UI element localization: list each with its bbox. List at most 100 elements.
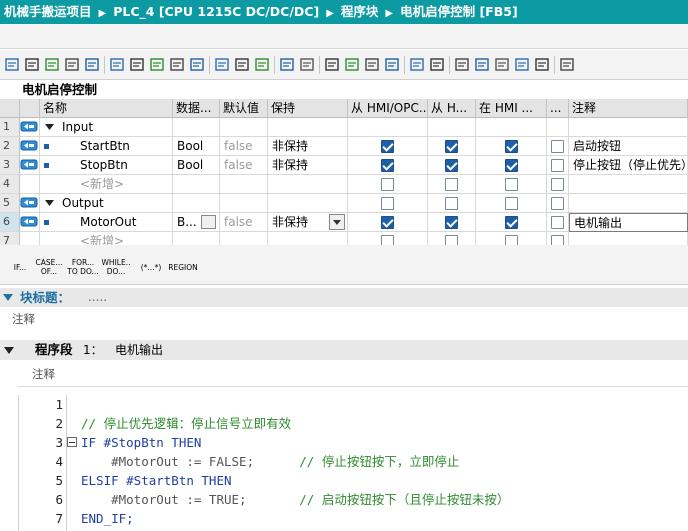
block-title-value[interactable]: ..... — [88, 288, 107, 307]
retain-value[interactable]: 非保持 — [272, 158, 308, 172]
interface-row[interactable]: 1 Input — [0, 118, 688, 137]
table-view-icon[interactable] — [148, 54, 168, 75]
row-number[interactable]: 1 — [0, 118, 20, 137]
retain-value[interactable]: 非保持 — [272, 139, 308, 153]
col-hmi-write[interactable]: 从 H... — [428, 99, 476, 118]
absolute-address-icon[interactable] — [188, 54, 208, 75]
setp-checkbox[interactable] — [551, 235, 564, 245]
setp-checkbox[interactable] — [551, 178, 564, 191]
col-retain[interactable]: 保持 — [268, 99, 348, 118]
hmi1-checkbox[interactable] — [381, 216, 394, 229]
interface-row[interactable]: 4 <新增> — [0, 175, 688, 194]
outline-icon[interactable] — [278, 54, 298, 75]
col-datatype[interactable]: 数据... — [173, 99, 220, 118]
expand-triangle-icon[interactable] — [45, 200, 54, 207]
monitor-all-icon[interactable] — [233, 54, 253, 75]
block-comment[interactable]: 注释 — [12, 311, 35, 327]
variable-name[interactable]: StopBtn — [80, 156, 128, 174]
go-offline-icon[interactable] — [343, 54, 363, 75]
hmi2-checkbox[interactable] — [445, 216, 458, 229]
col-default[interactable]: 默认值 — [220, 99, 268, 118]
download-icon[interactable] — [408, 54, 428, 75]
hmi3-checkbox[interactable] — [504, 216, 518, 229]
hmi3-checkbox[interactable] — [504, 140, 518, 153]
row-number[interactable]: 6 — [0, 213, 20, 232]
breakpoint-icon[interactable] — [513, 54, 533, 75]
hmi3-checkbox[interactable] — [504, 235, 518, 245]
interface-row[interactable]: 3 StopBtn Bool false 非保持 停止按钮（停止优先） — [0, 156, 688, 175]
scl-button-2[interactable]: CASE... OF... — [33, 258, 65, 282]
col-comment[interactable]: 注释 — [569, 99, 688, 118]
fold-toggle-icon[interactable] — [67, 437, 77, 447]
network-title[interactable]: 电机输出 — [115, 340, 163, 360]
insert-row-icon[interactable] — [3, 54, 23, 75]
interface-row[interactable]: 7 <新增> — [0, 232, 688, 245]
setp-checkbox[interactable] — [551, 216, 564, 229]
hmi3-checkbox[interactable] — [504, 159, 518, 172]
compare-icon[interactable] — [363, 54, 383, 75]
collapse-triangle-icon[interactable] — [3, 293, 13, 302]
verify-icon[interactable] — [428, 54, 448, 75]
default-value[interactable]: false — [224, 215, 253, 229]
scl-button-4[interactable]: WHILE.. DO... — [100, 258, 132, 282]
row-number[interactable]: 3 — [0, 156, 20, 175]
hmi1-checkbox[interactable] — [381, 140, 394, 153]
favorites-icon[interactable] — [298, 54, 318, 75]
breadcrumb-item-plc[interactable]: PLC_4 [CPU 1215C DC/DC/DC] — [113, 4, 319, 19]
scl-button-6[interactable]: REGION — [167, 263, 199, 287]
comment-toggle-icon[interactable] — [168, 54, 188, 75]
type-value[interactable]: B... — [177, 215, 197, 229]
variable-name[interactable]: StartBtn — [80, 137, 130, 155]
type-value[interactable]: Bool — [177, 158, 203, 172]
breadcrumb-item-project[interactable]: 机械手搬运项目 — [4, 4, 92, 19]
monitor-icon[interactable] — [213, 54, 233, 75]
hmi2-checkbox[interactable] — [445, 197, 458, 210]
code-line[interactable]: 5 ELSIF #StartBtn THEN — [19, 471, 688, 490]
setp-checkbox[interactable] — [551, 159, 564, 172]
comment-value[interactable]: 电机输出 — [574, 216, 622, 230]
align-icon[interactable] — [493, 54, 513, 75]
code-line[interactable]: 3 IF #StopBtn THEN — [19, 433, 688, 452]
format-icon[interactable] — [558, 54, 578, 75]
insert-network-icon[interactable] — [63, 54, 83, 75]
hmi3-checkbox[interactable] — [504, 178, 518, 191]
add-network-icon[interactable] — [43, 54, 63, 75]
datatype-picker-icon[interactable] — [201, 215, 216, 229]
col-hmi-access[interactable]: 从 HMI/OPC... — [348, 99, 428, 118]
col-setpoint[interactable]: ... — [547, 99, 569, 118]
retain-dropdown-button[interactable] — [329, 214, 345, 230]
collapse-triangle-icon[interactable] — [4, 346, 14, 355]
interface-row[interactable]: 5 Output — [0, 194, 688, 213]
list-view-icon[interactable] — [108, 54, 128, 75]
setp-checkbox[interactable] — [551, 197, 564, 210]
col-hmi-visible[interactable]: 在 HMI ... — [476, 99, 547, 118]
go-online-icon[interactable] — [323, 54, 343, 75]
hmi3-checkbox[interactable] — [504, 197, 518, 210]
retain-value[interactable]: 非保持 — [272, 215, 308, 229]
indent-left-icon[interactable] — [453, 54, 473, 75]
hmi1-checkbox[interactable] — [381, 197, 394, 210]
step-icon[interactable] — [533, 54, 553, 75]
scl-button-5[interactable]: (*...*) — [135, 263, 167, 287]
symbol-icon[interactable] — [253, 54, 273, 75]
hmi1-checkbox[interactable] — [381, 235, 394, 245]
variable-name[interactable]: MotorOut — [80, 213, 136, 231]
default-value[interactable]: false — [224, 158, 253, 172]
network-comment[interactable]: 注释 — [32, 366, 55, 382]
code-line[interactable]: 7 END_IF; — [19, 509, 688, 528]
interface-row[interactable]: 6 MotorOut B... false 非保持 电机输出 — [0, 213, 688, 232]
code-line[interactable]: 1 — [19, 395, 688, 414]
database-icon[interactable] — [83, 54, 103, 75]
indent-right-icon[interactable] — [473, 54, 493, 75]
default-value[interactable]: false — [224, 139, 253, 153]
comment-value[interactable]: 启动按钮 — [573, 139, 621, 153]
hmi1-checkbox[interactable] — [381, 159, 394, 172]
row-number[interactable]: 7 — [0, 232, 20, 245]
row-number[interactable]: 2 — [0, 137, 20, 156]
code-line[interactable]: 2 // 停止优先逻辑：停止信号立即有效 — [19, 414, 688, 433]
breadcrumb-item-block[interactable]: 电机启停控制 [FB5] — [400, 4, 518, 19]
detail-view-icon[interactable] — [128, 54, 148, 75]
code-line[interactable]: 4 #MotorOut := FALSE; // 停止按钮按下，立即停止 — [19, 452, 688, 471]
breadcrumb-item-program-blocks[interactable]: 程序块 — [341, 4, 379, 19]
network-header[interactable]: 程序段 1： 电机输出 — [0, 340, 688, 360]
